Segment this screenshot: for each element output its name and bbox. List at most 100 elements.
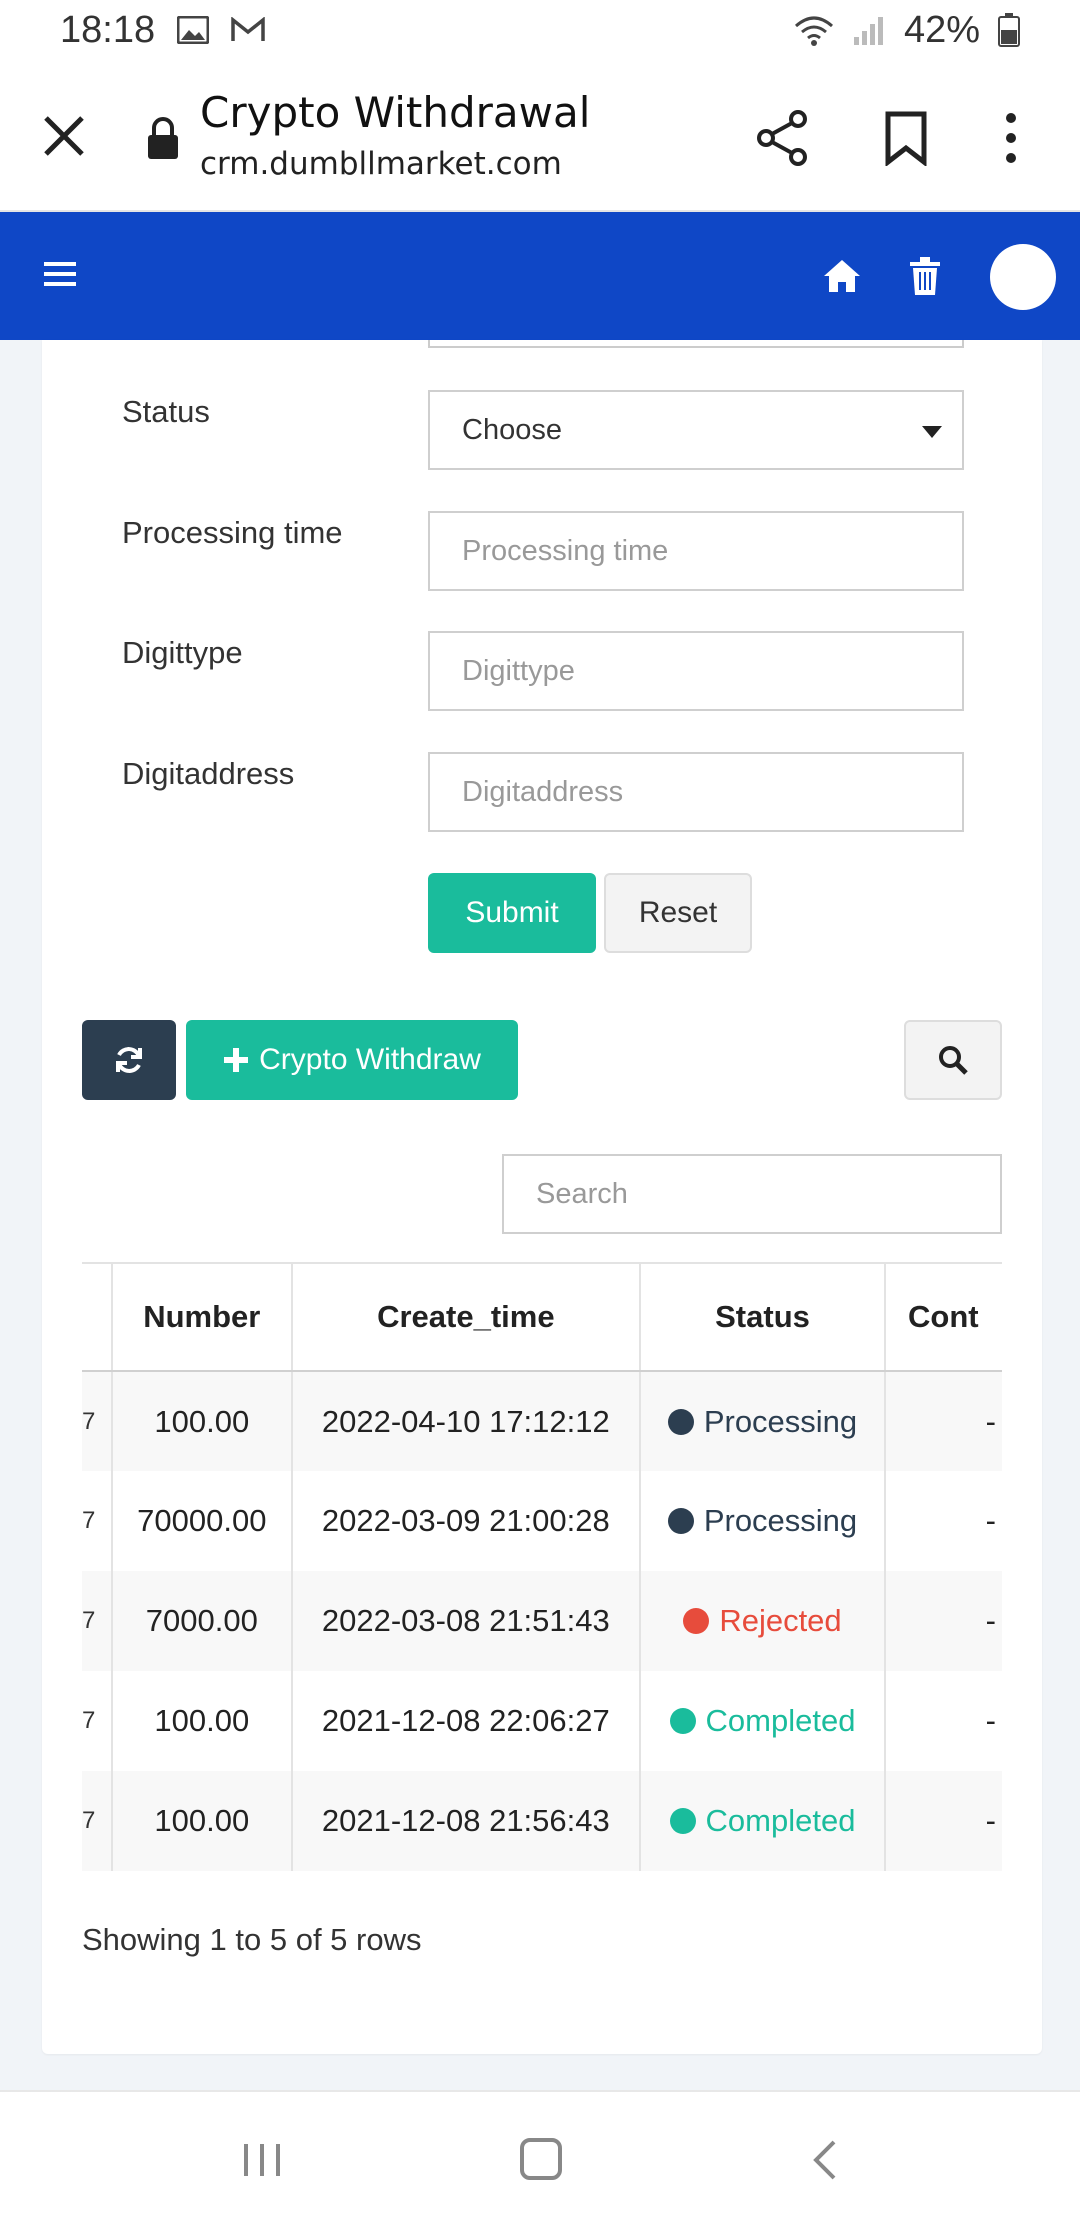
search-input[interactable]: Search [502,1154,1002,1234]
bookmark-icon[interactable] [884,110,928,166]
reset-button[interactable]: Reset [604,873,752,953]
row-status: Processing [639,1371,885,1471]
row-prefix: 7 [82,1371,112,1471]
table-row[interactable]: 7 70000.00 2022-03-09 21:00:28 Processing - [82,1471,1002,1571]
row-create-time: 2021-12-08 22:06:27 [290,1671,640,1771]
row-create-time: 2021-12-08 21:56:43 [290,1771,640,1871]
close-icon[interactable] [40,112,88,160]
system-nav-bar [0,2090,1080,2220]
row-create-time: 2022-03-09 21:00:28 [290,1471,640,1571]
row-cont: - [884,1471,1002,1571]
pagination-info: Showing 1 to 5 of 5 rows [82,1922,422,1957]
status-select[interactable]: Choose [428,390,964,470]
share-icon[interactable] [756,110,808,166]
home-icon[interactable] [822,258,862,294]
row-number: 7000.00 [110,1571,292,1671]
row-status-text: Processing [703,1503,858,1538]
signal-icon [853,17,883,45]
trash-icon[interactable] [908,256,942,296]
row-number: 100.00 [110,1671,292,1771]
page-url[interactable]: crm.dumbllmarket.com [200,146,562,182]
table-row[interactable]: 7 100.00 2022-04-10 17:12:12 Processing - [82,1371,1002,1471]
status-dot-icon [683,1608,710,1634]
column-header-hidden [82,1262,112,1372]
crypto-withdraw-label: Crypto Withdraw [259,1043,481,1076]
row-status-text: Completed [705,1703,856,1738]
row-create-time: 2022-03-08 21:51:43 [290,1571,640,1671]
column-header-status[interactable]: Status [639,1262,885,1372]
gmail-icon [231,17,265,41]
digitaddress-label: Digitaddress [122,756,295,791]
lock-icon [148,117,178,159]
status-dot-icon [669,1808,696,1834]
refresh-icon [116,1047,142,1073]
menu-icon[interactable] [44,258,76,290]
row-status-text: Completed [705,1803,856,1838]
search-icon [939,1046,968,1075]
column-header-number[interactable]: Number [110,1262,292,1372]
caret-down-icon [922,426,942,438]
battery-percent: 42% [903,8,980,51]
crypto-withdraw-button[interactable]: Crypto Withdraw [186,1020,518,1100]
row-status: Processing [639,1471,885,1571]
row-prefix: 7 [82,1571,112,1671]
browser-toolbar: Crypto Withdrawal crm.dumbllmarket.com [0,60,1080,212]
row-status-text: Rejected [719,1603,842,1638]
status-label: Status [122,394,210,429]
table-row[interactable]: 7 100.00 2021-12-08 21:56:43 Completed - [82,1771,1002,1871]
row-prefix: 7 [82,1707,96,1734]
table-row[interactable]: 7 7000.00 2022-03-08 21:51:43 Rejected - [82,1571,1002,1671]
page-title: Crypto Withdrawal [200,88,591,137]
image-icon [177,16,210,44]
row-status: Completed [639,1771,885,1871]
digittype-label: Digittype [122,635,243,670]
refresh-button[interactable] [82,1020,176,1100]
recent-apps-icon[interactable] [242,2142,282,2178]
avatar[interactable] [990,244,1056,310]
table-body: 7 100.00 2022-04-10 17:12:12 Processing -7 70… [82,1371,1002,1871]
table-row[interactable]: 7 100.00 2021-12-08 22:06:27 Completed - [82,1671,1002,1771]
home-button-icon[interactable] [520,2138,562,2180]
row-prefix: 7 [82,1507,96,1534]
column-header-create-time[interactable]: Create_time [290,1262,640,1372]
processing-time-label: Processing time [122,515,343,550]
row-number: 100.00 [110,1371,292,1471]
row-cont: - [884,1371,1002,1471]
row-number: 70000.00 [110,1471,292,1571]
back-icon[interactable] [810,2138,838,2182]
digitaddress-placeholder: Digitaddress [462,775,624,808]
row-number: 100.00 [110,1771,292,1871]
submit-button[interactable]: Submit [428,873,596,953]
status-dot-icon [669,1708,696,1734]
column-header-cont[interactable]: Cont [884,1262,1002,1372]
withdrawal-table: Number Create_time Status Cont 7 100.00 20… [82,1262,1002,1872]
digittype-input[interactable]: Digittype [428,631,964,711]
status-bar: 18:18 42% [0,0,1080,60]
row-cont: - [884,1671,1002,1771]
more-icon[interactable] [1002,110,1020,166]
row-status: Completed [639,1671,885,1771]
row-cont: - [884,1571,1002,1671]
previous-input-edge [428,340,964,348]
wifi-icon [794,16,833,46]
search-toggle-button[interactable] [904,1020,1002,1100]
status-dot-icon [667,1508,694,1534]
status-time: 18:18 [60,8,156,51]
table-header-row: Number Create_time Status Cont [82,1262,1002,1372]
row-cont: - [884,1771,1002,1871]
row-status: Rejected [639,1571,885,1671]
battery-icon [998,13,1020,47]
status-select-value: Choose [462,413,562,446]
table: Number Create_time Status Cont 7 100.00 20… [82,1262,1002,1871]
row-prefix: 7 [82,1771,112,1871]
row-status-text: Processing [703,1403,858,1439]
row-create-time: 2022-04-10 17:12:12 [290,1371,640,1471]
search-placeholder: Search [536,1177,628,1210]
processing-time-placeholder: Processing time [462,534,669,567]
plus-icon [224,1048,249,1072]
processing-time-input[interactable]: Processing time [428,511,964,591]
digitaddress-input[interactable]: Digitaddress [428,752,964,832]
app-header [0,212,1080,340]
status-dot-icon [667,1408,694,1435]
digittype-placeholder: Digittype [462,654,575,687]
